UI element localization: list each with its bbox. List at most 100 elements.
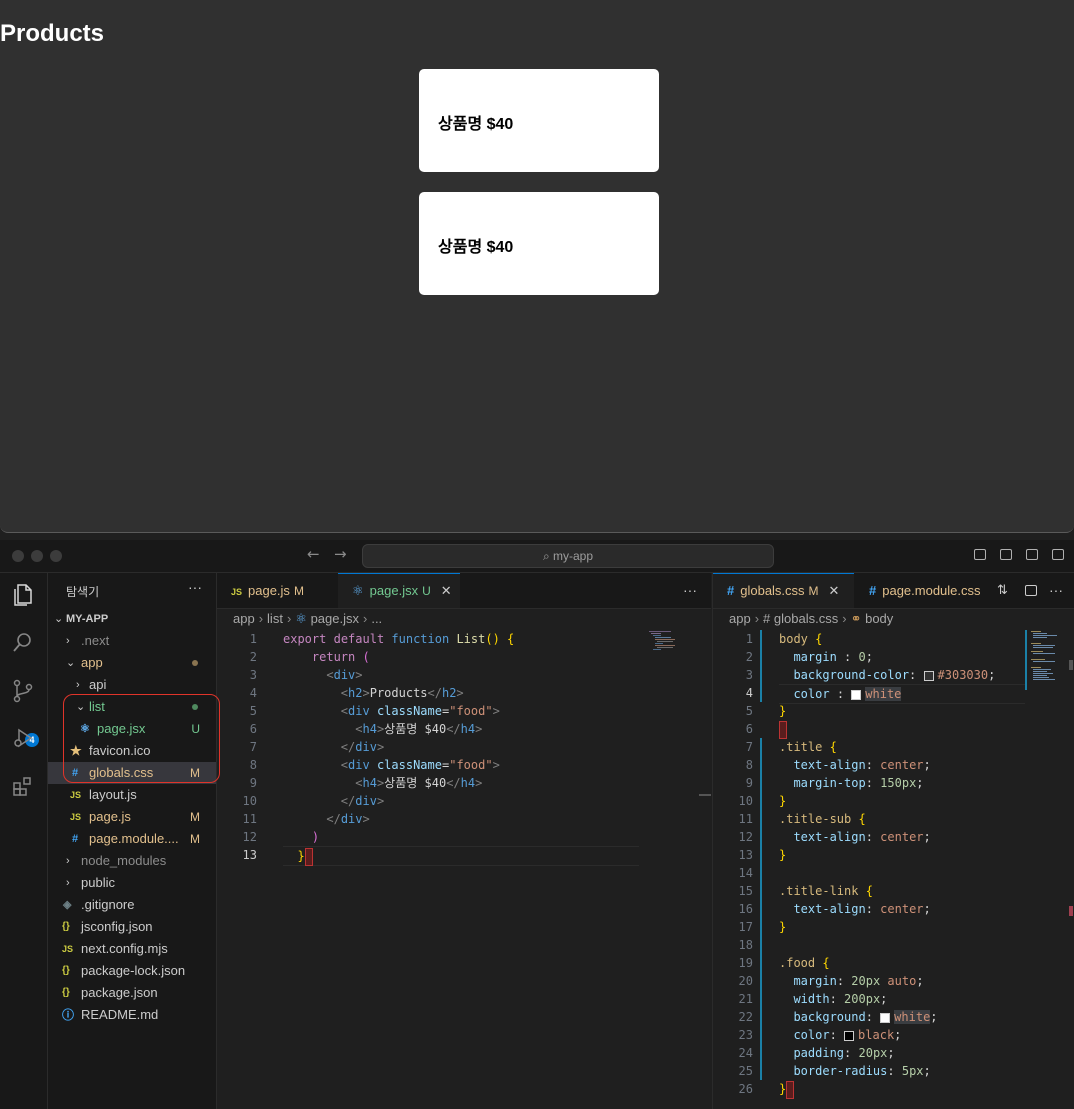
search-icon[interactable] [10,631,36,657]
breadcrumb-item[interactable]: body [865,611,893,626]
maximize-window-button[interactable] [50,550,62,562]
workspace-root[interactable]: ⌄ MY-APP [48,608,216,630]
food-label: 상품명 $40 [438,116,514,133]
tree-item-layout-js[interactable]: JS layout.js [48,784,216,806]
tree-item-globals-css[interactable]: # globals.css M [48,762,216,784]
code-line [779,720,787,739]
line-number: 1 [745,632,753,646]
breadcrumb-item[interactable]: ... [371,611,382,626]
react-file-icon: ⚛ [80,723,90,735]
tree-item-next-config[interactable]: JS next.config.mjs [48,938,216,960]
food-card: 상품명 $40 [419,192,659,295]
line-number: 8 [249,758,257,772]
run-debug-icon[interactable] [10,727,36,753]
food-card: 상품명 $40 [419,69,659,172]
code-line: border-radius: 5px; [793,1064,931,1078]
line-number: 25 [738,1064,753,1078]
more-actions-icon[interactable]: ··· [683,582,697,598]
tree-item-favicon[interactable]: ★ favicon.ico [48,740,216,762]
code-line: } [779,848,787,862]
css-file-icon: # [72,767,79,779]
tree-item-node-modules[interactable]: › node_modules [48,850,216,872]
tree-item-list[interactable]: ⌄ list [48,696,216,718]
code-line: } [779,794,787,808]
line-number: 11 [242,812,257,826]
line-number: 12 [242,830,257,844]
command-center-search[interactable]: ⌕ my-app [362,544,774,568]
line-number: 5 [745,704,753,718]
workspace-root-label: MY-APP [66,613,109,625]
tree-item-package-lock[interactable]: {} package-lock.json [48,960,216,982]
more-actions-icon[interactable]: ··· [188,579,202,595]
code-line: } [779,704,787,718]
tab-status: M [293,584,304,598]
tree-item-label: README.md [81,1007,159,1022]
line-number: 12 [738,830,753,844]
code-line: width: 200px; [793,992,888,1006]
tree-item-label: page.jsx [97,721,146,736]
breadcrumb-item[interactable]: page.jsx [311,611,359,626]
split-editor-icon[interactable] [1025,585,1037,596]
toggle-secondary-sidebar-icon[interactable] [1026,549,1038,560]
breadcrumb-item[interactable]: app [729,611,751,626]
minimap[interactable] [647,630,687,654]
git-status: M [190,832,200,846]
tree-item-page-js[interactable]: JS page.js M [48,806,216,828]
close-tab-icon[interactable]: ✕ [441,583,452,598]
scrollbar-thumb[interactable] [699,794,711,796]
tree-item-next[interactable]: › .next [48,630,216,652]
line-number: 9 [249,776,257,790]
css-file-icon: # [727,583,735,598]
code-line: </div> [326,812,370,826]
tree-item-page-jsx[interactable]: ⚛ page.jsx U [48,718,216,740]
line-number: 13 [738,848,753,862]
breadcrumb: app › list › ⚛ page.jsx ›... [233,611,383,626]
code-line: margin: 20px auto; [793,974,924,988]
tree-item-app[interactable]: ⌄ app [48,652,216,674]
breadcrumb-item[interactable]: list [267,611,283,626]
tree-item-page-module[interactable]: # page.module.... M [48,828,216,850]
back-arrow-icon[interactable]: ← [307,545,320,563]
toggle-panel-icon[interactable] [1000,549,1012,560]
explorer-icon[interactable] [10,583,36,609]
breadcrumb-item[interactable]: app [233,611,255,626]
line-number: 13 [242,848,257,862]
close-tab-icon[interactable]: ✕ [829,583,840,598]
git-status: M [190,810,200,824]
tab-page-jsx[interactable]: ⚛ page.jsx U ✕ [338,573,460,608]
tab-label: globals.css [740,583,805,598]
tab-globals-css[interactable]: # globals.css M ✕ [713,573,854,608]
code-line: background-color: #303030; [793,668,996,682]
line-number: 22 [738,1010,753,1024]
code-line: text-align: center; [793,758,931,772]
tab-page-module-css[interactable]: # page.module.css [855,573,991,608]
editor-group-left: JS page.js M ⚛ page.jsx U ✕ ··· app › list › ⚛ pa… [217,573,711,1109]
line-number: 20 [738,974,753,988]
breadcrumb: app › # globals.css › ⚭ body [729,611,894,626]
forward-arrow-icon[interactable]: → [334,545,347,563]
close-window-button[interactable] [12,550,24,562]
tab-page-js[interactable]: JS page.js M [217,573,337,608]
browser-preview: Products 상품명 $40 상품명 $40 [0,0,1074,533]
toggle-sidebar-icon[interactable] [974,549,986,560]
code-line: <div className="food"> [340,704,500,718]
tree-item-gitignore[interactable]: ◈ .gitignore [48,894,216,916]
tree-item-public[interactable]: › public [48,872,216,894]
minimap[interactable] [1025,630,1073,690]
compare-changes-icon[interactable]: ⇅ [997,582,1008,598]
extensions-icon[interactable] [10,775,36,801]
tree-item-label: .gitignore [81,897,135,912]
tree-item-package-json[interactable]: {} package.json [48,982,216,1004]
minimize-window-button[interactable] [31,550,43,562]
tree-item-readme[interactable]: ⓘ README.md [48,1004,216,1026]
line-number: 6 [249,722,257,736]
customize-layout-icon[interactable] [1052,549,1064,560]
line-number: 7 [249,740,257,754]
more-actions-icon[interactable]: ··· [1049,582,1063,598]
tree-item-api[interactable]: › api [48,674,216,696]
source-control-icon[interactable] [10,679,36,705]
breadcrumb-item[interactable]: globals.css [774,611,838,626]
tree-item-label: jsconfig.json [81,919,153,934]
line-number: 4 [745,686,753,700]
tree-item-jsconfig[interactable]: {} jsconfig.json [48,916,216,938]
